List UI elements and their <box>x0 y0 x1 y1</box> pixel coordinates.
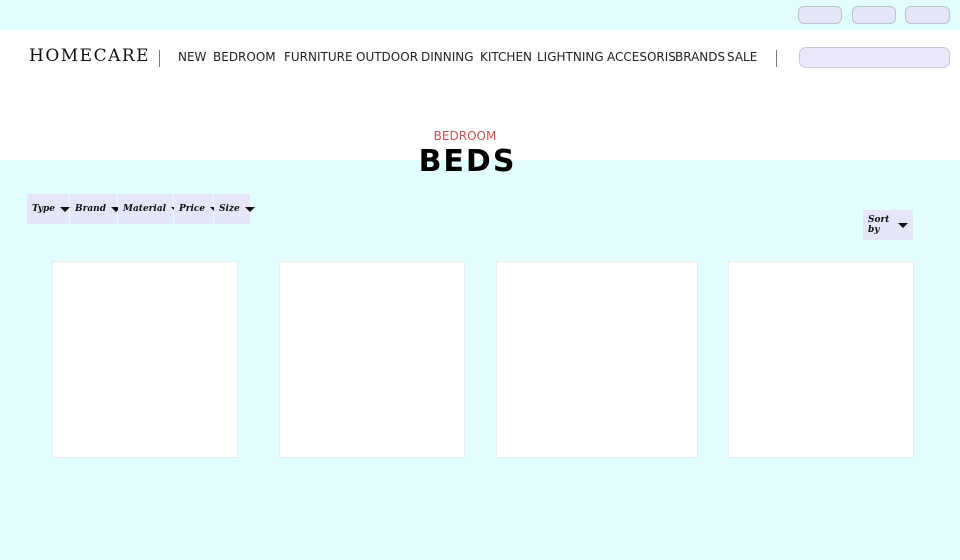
filter-label: Brand <box>75 204 107 214</box>
filter-brand[interactable]: Brand <box>70 194 122 224</box>
utility-button-1[interactable] <box>798 6 842 24</box>
utility-button-3[interactable] <box>905 6 950 24</box>
utility-button-2[interactable] <box>852 6 896 24</box>
filter-label: Price <box>179 204 206 214</box>
nav-item-furniture[interactable]: FURNITURE <box>284 50 353 64</box>
nav-item-bedroom[interactable]: BEDROOM <box>213 50 276 64</box>
nav-item-lightning[interactable]: LIGHTNING <box>537 50 604 64</box>
nav-item-new[interactable]: NEW <box>178 50 206 64</box>
caret-down-icon <box>898 222 908 228</box>
divider <box>776 50 777 67</box>
logo[interactable]: HOMECARE <box>29 46 150 66</box>
nav-item-brands[interactable]: BRANDS <box>675 50 725 64</box>
filter-label: Material <box>123 204 167 214</box>
product-card[interactable] <box>496 261 698 458</box>
nav-item-sale[interactable]: SALE <box>727 50 757 64</box>
filter-material[interactable]: Material <box>118 194 182 224</box>
nav-item-kitchen[interactable]: KITCHEN <box>480 50 532 64</box>
caret-down-icon <box>59 206 70 212</box>
nav-item-dinning[interactable]: DINNING <box>421 50 474 64</box>
filter-label: Size <box>219 204 240 214</box>
filter-size[interactable]: Size <box>214 194 255 224</box>
filter-label: Type <box>32 204 55 214</box>
top-utility-bar <box>0 0 960 30</box>
sort-by-dropdown[interactable]: Sort by <box>863 210 913 240</box>
sort-label: Sort by <box>868 215 890 235</box>
page-title: BEDS <box>418 144 517 179</box>
filter-price[interactable]: Price <box>174 194 221 224</box>
caret-down-icon <box>244 206 255 212</box>
breadcrumb[interactable]: BEDROOM <box>0 129 930 143</box>
divider <box>159 50 160 67</box>
site-header: HOMECARE NEW BEDROOM FURNITURE OUTDOOR D… <box>0 30 960 160</box>
product-card[interactable] <box>52 261 238 458</box>
nav-item-outdoor[interactable]: OUTDOOR <box>356 50 418 64</box>
nav-item-accesoris[interactable]: ACCESORIS <box>607 50 676 64</box>
filter-type[interactable]: Type <box>27 194 70 224</box>
search-input[interactable] <box>799 47 950 68</box>
product-card[interactable] <box>728 261 914 458</box>
product-card[interactable] <box>279 261 465 458</box>
